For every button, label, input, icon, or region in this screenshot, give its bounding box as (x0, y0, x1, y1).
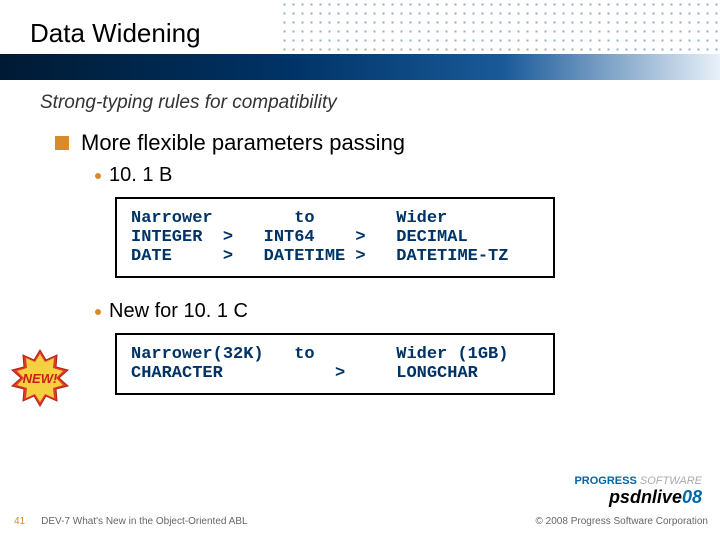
session-label: DEV-7 What's New in the Object-Oriented … (41, 516, 247, 527)
bullet-level2: 10. 1 B (95, 164, 690, 187)
dot-bullet-icon (95, 309, 101, 315)
slide-header: Data Widening (0, 0, 720, 80)
header-dots-decor (280, 0, 720, 54)
slide-content: More flexible parameters passing 10. 1 B… (55, 130, 690, 395)
new-badge-icon: NEW! (10, 348, 70, 408)
sub-bullet-text: New for 10. 1 C (109, 300, 248, 323)
bullet-level1: More flexible parameters passing (55, 130, 690, 156)
slide-subtitle: Strong-typing rules for compatibility (40, 92, 337, 114)
slide-title: Data Widening (30, 18, 201, 49)
logo-brand: PROGRESS (574, 475, 636, 487)
slide-footer: 41 DEV-7 What's New in the Object-Orient… (0, 510, 720, 532)
bullet-level2: New for 10. 1 C (95, 300, 690, 323)
sub-bullet-text: 10. 1 B (109, 164, 172, 187)
header-blue-band (0, 54, 720, 80)
bullet-text: More flexible parameters passing (81, 130, 405, 156)
logo-event: psdnlive (609, 487, 682, 507)
dot-bullet-icon (95, 173, 101, 179)
logo-sub: SOFTWARE (640, 475, 702, 487)
new-badge-label: NEW! (23, 371, 58, 386)
logo-year: 08 (682, 487, 702, 507)
code-box-2: Narrower(32K) to Wider (1GB) CHARACTER >… (115, 333, 555, 395)
code-box-1: Narrower to Wider INTEGER > INT64 > DECI… (115, 197, 555, 278)
square-bullet-icon (55, 136, 69, 150)
page-number: 41 (14, 516, 25, 527)
brand-logo: PROGRESS SOFTWARE psdnlive08 (574, 475, 702, 508)
copyright-text: © 2008 Progress Software Corporation (536, 516, 708, 527)
